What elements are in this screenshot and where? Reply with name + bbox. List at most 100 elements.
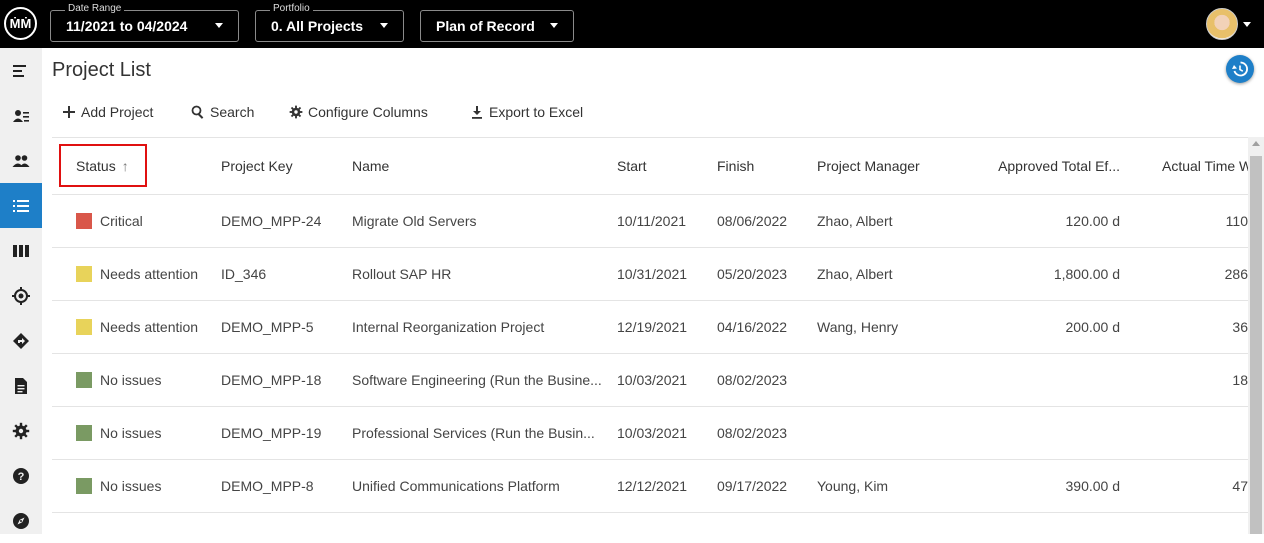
scroll-up-arrow-icon[interactable] [1252,141,1260,146]
cell-actual-time: 286 [1224,266,1248,282]
chevron-down-icon [215,23,223,28]
column-header-name[interactable]: Name [352,138,602,194]
cell-name: Professional Services (Run the Busin... [352,424,595,441]
cell-finish: 04/16/2022 [717,319,788,335]
cell-project-manager [817,354,967,406]
list-icon[interactable] [0,183,42,228]
column-header-status[interactable]: Status ↑ [76,138,196,194]
help-icon[interactable]: ? [0,453,42,498]
collapse-menu-icon[interactable] [0,48,42,93]
cell-project-key: DEMO_MPP-18 [221,372,322,388]
status-label: Needs attention [100,266,199,282]
history-icon[interactable] [1226,55,1254,83]
gear-icon [289,105,303,119]
status-swatch [76,213,92,229]
cell-start: 10/11/2021 [617,213,687,229]
cell-name: Rollout SAP HR [352,265,452,282]
cell-status: Critical [76,195,216,247]
cell-start: 10/03/2021 [617,425,688,441]
status-label: No issues [100,425,162,441]
cell-actual-time: 18 [1232,372,1248,388]
column-header-approved-total-effort[interactable]: Approved Total Ef... [972,138,1120,194]
cell-project-manager: Young, Kim [817,478,889,494]
cell-project-manager: Zhao, Albert [817,266,893,282]
download-icon [472,106,482,119]
search-label: Search [210,104,255,120]
cell-name: Unified Communications Platform [352,477,560,494]
app-logo[interactable]: ṀṀ [4,7,37,40]
status-label: No issues [100,478,162,494]
cell-actual-time [1162,407,1248,459]
cell-project-key: DEMO_MPP-8 [221,478,314,494]
document-icon[interactable] [0,363,42,408]
table-row[interactable]: No issues DEMO_MPP-19 Professional Service… [52,407,1248,460]
people-icon[interactable] [0,138,42,183]
cell-project-key: ID_346 [221,266,267,282]
table-row[interactable]: Needs attention ID_346 Rollout SAP HR 10/31… [52,248,1248,301]
status-swatch [76,478,92,494]
cell-start: 10/31/2021 [617,266,688,282]
search-icon [191,105,204,119]
top-bar: ṀṀ Date Range 11/2021 to 04/2024 Portfol… [0,0,1264,48]
cell-finish: 08/02/2023 [717,372,788,388]
search-button[interactable]: Search [191,104,254,120]
target-icon[interactable] [0,273,42,318]
cell-actual-time: 110 [1225,213,1248,229]
cell-status: No issues [76,354,216,406]
table-row[interactable] [52,513,1248,534]
cell-name: Internal Reorganization Project [352,318,545,335]
portfolio-select[interactable]: Portfolio 0. All Projects [255,3,404,42]
date-range-select[interactable]: Date Range 11/2021 to 04/2024 [50,3,239,42]
chevron-down-icon [380,23,388,28]
configure-columns-button[interactable]: Configure Columns [289,104,428,120]
cell-actual-time: 47 [1232,478,1248,494]
cell-approved-total-effort: 200.00 d [1065,319,1121,335]
export-excel-button[interactable]: Export to Excel [470,104,583,120]
column-header-status-label: Status [76,158,116,174]
cell-status: No issues [76,460,216,512]
column-header-actual-time[interactable]: Actual Time W [1162,138,1248,194]
date-range-value: 11/2021 to 04/2024 [66,18,188,34]
cell-project-manager: Wang, Henry [817,319,899,335]
table-row[interactable]: Needs attention DEMO_MPP-5 Internal Reorga… [52,301,1248,354]
cell-approved-total-effort [972,354,1120,406]
cell-status: No issues [76,407,216,459]
arrow-up-icon: ↑ [121,158,129,174]
cell-start: 10/03/2021 [617,372,688,388]
avatar[interactable] [1206,8,1238,40]
portfolio-caption: Portfolio [270,3,313,15]
status-label: No issues [100,372,162,388]
columns-icon[interactable] [0,228,42,273]
table-row[interactable]: No issues DEMO_MPP-8 Unified Communication… [52,460,1248,513]
column-header-project-manager[interactable]: Project Manager [817,138,967,194]
directions-icon[interactable] [0,318,42,363]
cell-project-manager [817,407,967,459]
cell-start: 12/12/2021 [617,478,688,494]
status-swatch [76,425,92,441]
cell-status: Needs attention [76,301,216,353]
cell-finish: 09/17/2022 [717,478,788,494]
plan-select[interactable]: Plan of Record [420,10,574,42]
user-list-icon[interactable] [0,93,42,138]
compass-icon[interactable] [0,498,42,543]
column-header-start[interactable]: Start [617,138,707,194]
chevron-down-icon[interactable] [1243,22,1251,27]
gear-icon[interactable] [0,408,42,453]
column-header-project-key[interactable]: Project Key [221,138,341,194]
cell-actual-time: 36 [1232,319,1248,335]
cell-project-key: DEMO_MPP-24 [221,213,322,229]
scrollbar-thumb[interactable] [1250,156,1262,534]
cell-finish: 08/06/2022 [717,213,788,229]
cell-approved-total-effort [972,407,1120,459]
configure-columns-label: Configure Columns [308,104,428,120]
cell-approved-total-effort: 1,800.00 d [1053,266,1120,282]
page-title: Project List [52,59,151,81]
column-header-finish[interactable]: Finish [717,138,807,194]
add-project-button[interactable]: Add Project [62,104,153,120]
cell-finish: 05/20/2023 [717,266,788,282]
table-row[interactable]: No issues DEMO_MPP-18 Software Engineering… [52,354,1248,407]
status-swatch [76,372,92,388]
table-row[interactable]: Critical DEMO_MPP-24 Migrate Old Servers 10… [52,195,1248,248]
cell-start: 12/19/2021 [617,319,688,335]
cell-name: Software Engineering (Run the Busine... [352,371,602,388]
